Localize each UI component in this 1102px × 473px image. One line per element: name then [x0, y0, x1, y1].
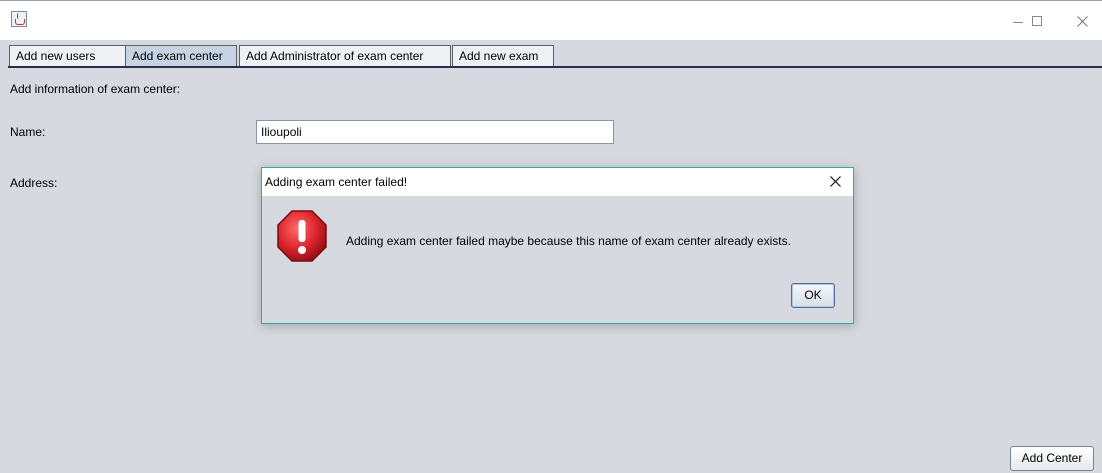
dialog-close-button[interactable] — [830, 176, 841, 190]
dialog-title: Adding exam center failed! — [265, 175, 408, 189]
tab-add-new-exam[interactable]: Add new exam — [452, 45, 554, 66]
tab-add-exam-center[interactable]: Add exam center — [125, 45, 237, 66]
close-button[interactable] — [1063, 9, 1102, 33]
tab-add-new-users[interactable]: Add new users — [9, 45, 126, 66]
java-app-icon — [11, 11, 27, 27]
maximize-button[interactable] — [1018, 9, 1064, 33]
ok-button[interactable]: OK — [791, 283, 835, 308]
main-window: Add new users Add exam center Add Admini… — [0, 0, 1102, 473]
name-input[interactable]: Ilioupoli — [256, 120, 614, 144]
maximize-icon — [1032, 16, 1042, 26]
add-center-button[interactable]: Add Center — [1010, 446, 1094, 471]
error-dialog: Adding exam center failed! Adding exam c… — [261, 167, 854, 324]
dialog-titlebar[interactable]: Adding exam center failed! — [262, 168, 853, 196]
window-titlebar[interactable] — [0, 0, 1102, 40]
name-label: Name: — [10, 125, 46, 139]
close-icon — [1077, 16, 1088, 27]
tab-divider — [8, 66, 1102, 68]
dialog-message: Adding exam center failed maybe because … — [346, 234, 791, 248]
close-icon — [830, 176, 841, 187]
form-heading: Add information of exam center: — [10, 82, 181, 96]
tab-add-administrator[interactable]: Add Administrator of exam center — [239, 45, 451, 66]
address-label: Address: — [10, 176, 58, 190]
error-icon — [276, 209, 328, 266]
